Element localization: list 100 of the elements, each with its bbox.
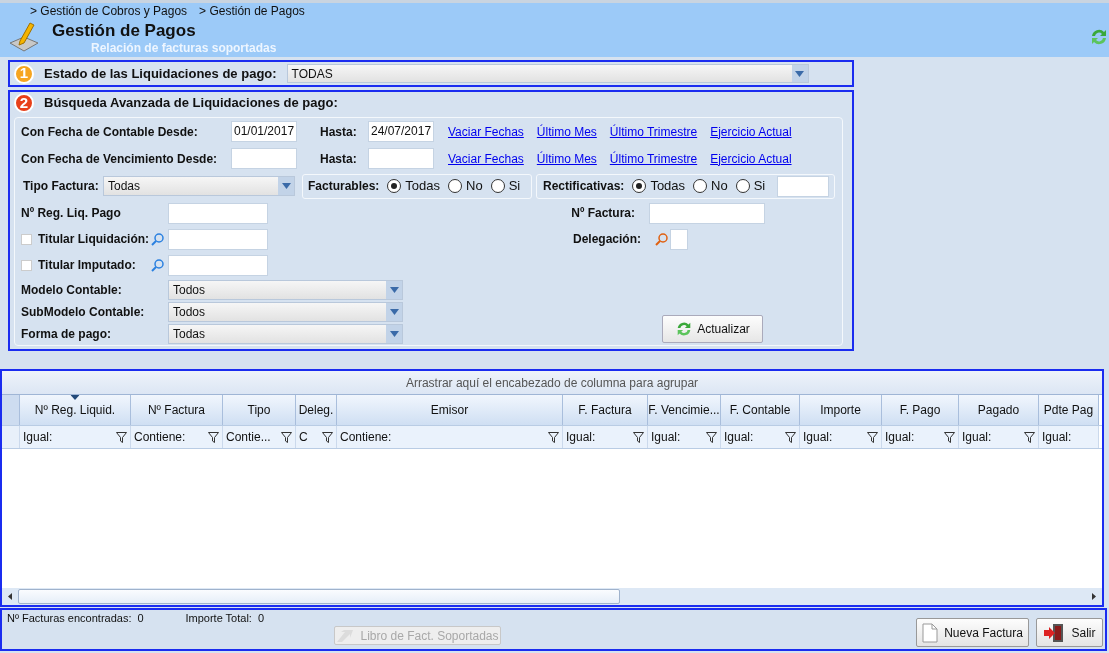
filter-cell[interactable]: Contiene: <box>337 426 563 448</box>
input-field[interactable] <box>368 148 434 169</box>
input-field[interactable] <box>168 228 268 250</box>
input-field[interactable] <box>670 228 688 250</box>
field-label: Titular Imputado: <box>38 257 137 274</box>
filter-cell[interactable]: Contie... <box>223 426 296 448</box>
radio-button[interactable] <box>387 179 402 193</box>
column-header[interactable]: F. Pago <box>882 395 959 425</box>
filter-cell[interactable]: Contiene: <box>131 426 223 448</box>
column-header[interactable]: F. Factura <box>563 395 648 425</box>
column-header[interactable]: Tipo <box>223 395 296 425</box>
field-label: SubModelo Contable: <box>21 304 146 321</box>
filter-icon[interactable] <box>706 431 717 443</box>
count-value: 0 <box>137 611 145 624</box>
filter-cell[interactable]: Igual: <box>721 426 800 448</box>
filter-cell[interactable]: C <box>296 426 337 448</box>
radio-label: Si <box>508 177 521 196</box>
document-icon <box>922 622 939 643</box>
exit-button[interactable]: Salir <box>1036 618 1103 647</box>
link[interactable]: Vaciar Fechas <box>448 149 524 168</box>
radio-label: Todas <box>405 177 441 196</box>
dropdown[interactable]: Todos <box>168 280 403 300</box>
input-field[interactable]: 01/01/2017 <box>231 121 297 142</box>
filter-cell[interactable]: Igual: <box>563 426 648 448</box>
filter-cell[interactable]: Igual: <box>959 426 1039 448</box>
step-badge: 2 <box>14 93 34 113</box>
filter-icon[interactable] <box>944 431 955 443</box>
filter-icon[interactable] <box>633 431 644 443</box>
field-label: Hasta: <box>320 123 358 141</box>
filter-icon[interactable] <box>548 431 559 443</box>
input-field[interactable] <box>168 254 268 276</box>
filter-icon[interactable] <box>1024 431 1035 443</box>
filter-cell[interactable]: Igual: <box>648 426 721 448</box>
page-title: Gestión de Pagos <box>51 21 197 41</box>
caret-icon <box>389 309 399 315</box>
filter-icon[interactable] <box>208 431 219 443</box>
dropdown[interactable]: TODAS <box>286 64 809 83</box>
input-field[interactable] <box>777 175 830 197</box>
checkbox[interactable] <box>21 259 32 271</box>
filter-icon[interactable] <box>116 431 127 443</box>
count-label: Nº Facturas encontradas: <box>7 611 132 624</box>
search-icon[interactable] <box>151 232 164 246</box>
link[interactable]: Último Mes <box>536 149 597 168</box>
column-header[interactable]: F. Contable <box>721 395 800 425</box>
input-field[interactable] <box>231 148 297 169</box>
column-header[interactable]: Emisor <box>337 395 563 425</box>
refresh-button[interactable]: Actualizar <box>662 315 763 343</box>
field-label: Con Fecha de Contable Desde: <box>21 123 199 141</box>
field-label: Rectificativas: <box>543 178 625 195</box>
dropdown[interactable]: Todos <box>168 302 403 322</box>
filter-cell[interactable]: Igual: <box>800 426 882 448</box>
column-header[interactable]: F. Vencimie... <box>648 395 721 425</box>
scroll-left-icon[interactable] <box>8 593 12 600</box>
search-icon[interactable] <box>151 258 164 272</box>
dropdown[interactable]: Todas <box>103 176 295 196</box>
column-header[interactable]: Deleg. <box>296 395 337 425</box>
total-label: Importe Total: <box>185 611 252 624</box>
total-value: 0 <box>257 611 265 624</box>
section-label: Estado de las Liquidaciones de pago: <box>44 64 277 83</box>
radio-button[interactable] <box>448 179 463 193</box>
filter-icon[interactable] <box>785 431 796 443</box>
breadcrumb-link[interactable]: > Gestión de Cobros y Pagos <box>30 4 188 18</box>
radio-label: Si <box>753 177 766 196</box>
column-header[interactable]: Nº Factura <box>131 395 223 425</box>
radio-button[interactable] <box>693 179 708 193</box>
search-icon[interactable] <box>655 232 668 246</box>
link[interactable]: Último Mes <box>536 122 597 141</box>
link[interactable]: Ejercicio Actual <box>710 149 792 168</box>
column-header[interactable]: Pagado <box>959 395 1039 425</box>
field-label: Modelo Contable: <box>21 282 123 299</box>
filter-icon[interactable] <box>867 431 878 443</box>
breadcrumb-link[interactable]: > Gestión de Pagos <box>199 4 305 18</box>
scroll-right-icon[interactable] <box>1092 593 1096 600</box>
input-field[interactable] <box>168 202 268 224</box>
link[interactable]: Ejercicio Actual <box>710 122 792 141</box>
column-header[interactable]: Pdte Pag <box>1039 395 1099 425</box>
filter-icon[interactable] <box>322 431 333 443</box>
radio-button[interactable] <box>735 179 750 193</box>
field-label: Tipo Factura: <box>22 178 100 195</box>
scrollbar-thumb[interactable] <box>18 589 620 604</box>
column-header[interactable]: Nº Reg. Liquid. <box>20 395 131 425</box>
filter-cell[interactable]: Igual: <box>1039 426 1099 448</box>
section-title: Búsqueda Avanzada de Liquidaciones de pago: <box>44 94 338 113</box>
filter-icon[interactable] <box>281 431 292 443</box>
input-field[interactable] <box>649 202 765 224</box>
horizontal-scrollbar[interactable] <box>2 588 1102 605</box>
dropdown[interactable]: Todas <box>168 324 403 344</box>
input-field[interactable]: 24/07/2017 <box>368 121 434 142</box>
link[interactable]: Vaciar Fechas <box>448 122 524 141</box>
radio-button[interactable] <box>632 179 647 193</box>
new-invoice-button[interactable]: Nueva Factura <box>916 618 1029 647</box>
column-header[interactable]: Importe <box>800 395 882 425</box>
link[interactable]: Último Trimestre <box>609 149 698 168</box>
filter-cell[interactable]: Igual: <box>882 426 959 448</box>
link[interactable]: Último Trimestre <box>609 122 698 141</box>
refresh-icon <box>1089 27 1109 47</box>
filter-cell[interactable]: Igual: <box>20 426 131 448</box>
checkbox[interactable] <box>21 233 32 245</box>
radio-button[interactable] <box>490 179 505 193</box>
field-label: Titular Liquidación: <box>38 231 151 248</box>
